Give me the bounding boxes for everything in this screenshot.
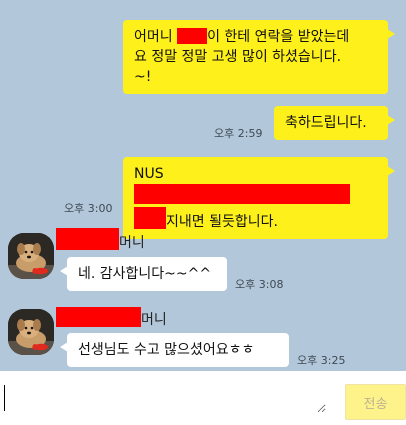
redacted-name [177, 28, 208, 44]
incoming-message: 선생님도 수고 많으셨어요ㅎㅎ [60, 333, 289, 367]
message-text: 지내면 될듯합니다. [166, 214, 278, 230]
outgoing-message: NUS 지내면 될듯합니다. [123, 157, 395, 239]
chat-area: 어머니 이 한테 연락을 받았는데 요 정말 정말 고생 많이 하셨습니다. ~… [0, 0, 406, 371]
message-text: 어머니 [134, 29, 178, 45]
sender-name-suffix: 머니 [119, 235, 145, 251]
dog-avatar-icon [8, 233, 54, 279]
incoming-message: 네. 감사합니다~~^^ [60, 257, 227, 291]
redacted-name [56, 228, 119, 250]
redacted-name [56, 307, 141, 327]
message-text: 네. 감사합니다~~^^ [78, 266, 212, 282]
redacted-text [134, 184, 350, 204]
message-input[interactable] [6, 379, 326, 413]
send-button[interactable]: 전송 [345, 384, 406, 420]
message-text: 선생님도 수고 많으셨어요ㅎㅎ [78, 342, 255, 358]
sender-name: 머니 [56, 228, 145, 252]
message-text: 축하드립니다. [285, 115, 367, 131]
redacted-text [134, 207, 166, 229]
dog-avatar-icon [8, 309, 54, 355]
outgoing-message: 축하드립니다. [274, 106, 395, 140]
sender-name: 머니 [56, 307, 167, 329]
text-cursor [4, 385, 5, 411]
message-time: 오후 3:25 [297, 354, 346, 367]
message-time: 오후 2:59 [214, 127, 263, 140]
message-time: 오후 3:08 [235, 278, 284, 291]
sender-avatar[interactable] [8, 233, 54, 279]
outgoing-message: 어머니 이 한테 연락을 받았는데 요 정말 정말 고생 많이 하셨습니다. ~… [123, 20, 395, 94]
sender-avatar[interactable] [8, 309, 54, 355]
sender-name-suffix: 머니 [141, 312, 167, 328]
message-time: 오후 3:00 [64, 202, 113, 215]
message-text: NUS [134, 166, 169, 182]
message-composer: 전송 [0, 371, 406, 425]
